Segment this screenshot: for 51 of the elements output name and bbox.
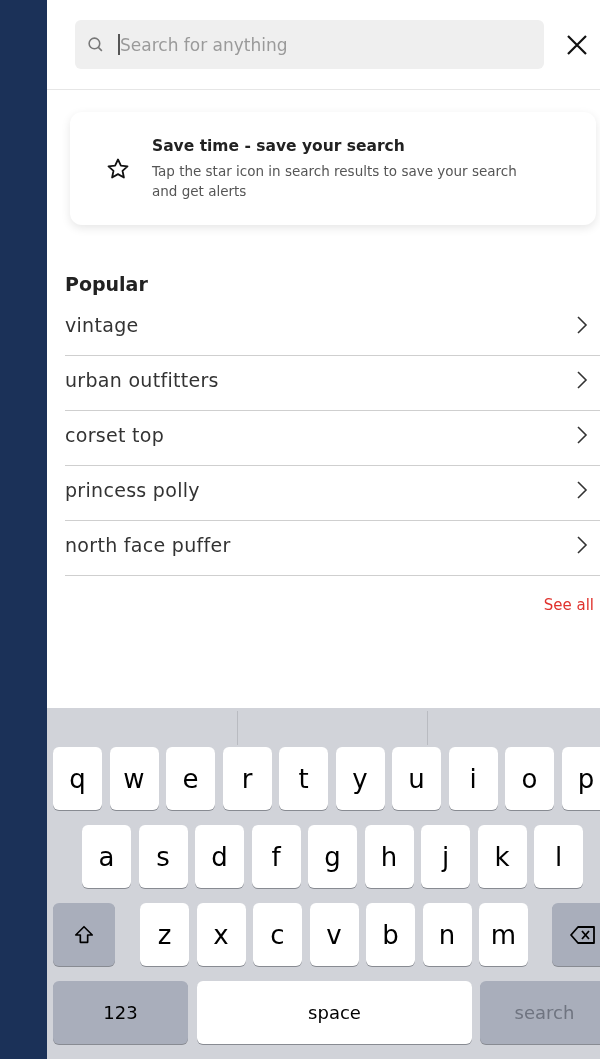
popular-search-item[interactable]: urban outfitters [65, 350, 600, 411]
letter-key[interactable]: v [309, 903, 359, 966]
numbers-key[interactable]: 123 [53, 981, 188, 1044]
popular-search-item[interactable]: north face puffer [65, 515, 600, 576]
popular-search-item[interactable]: vintage [65, 295, 600, 356]
space-key[interactable]: space [197, 981, 472, 1044]
letter-key[interactable]: o [505, 747, 554, 810]
letter-key[interactable]: i [448, 747, 498, 810]
letter-key[interactable]: f [251, 825, 301, 888]
letter-key[interactable]: p [561, 747, 600, 810]
letter-key[interactable]: j [421, 825, 470, 888]
shift-key[interactable] [53, 903, 115, 966]
letter-key[interactable]: q [53, 747, 102, 810]
chevron-right-icon [576, 425, 588, 445]
letter-key[interactable]: b [366, 903, 415, 966]
letter-key[interactable]: l [534, 825, 583, 888]
popular-search-item[interactable]: corset top [65, 405, 600, 466]
popular-search-item[interactable]: princess polly [65, 460, 600, 521]
search-icon [87, 36, 104, 53]
card-description: Tap the star icon in search results to save your search and get alerts [152, 161, 518, 201]
letter-key[interactable]: u [392, 747, 441, 810]
letter-key[interactable]: s [138, 825, 188, 888]
letter-key[interactable]: w [109, 747, 159, 810]
close-button[interactable] [566, 33, 588, 56]
letter-key[interactable]: c [253, 903, 302, 966]
chevron-right-icon [576, 315, 588, 335]
letter-key[interactable]: r [222, 747, 272, 810]
letter-key[interactable]: t [279, 747, 328, 810]
delete-key[interactable] [551, 903, 600, 966]
letter-key[interactable]: d [195, 825, 244, 888]
section-title: Popular [65, 273, 149, 295]
letter-key[interactable]: n [422, 903, 472, 966]
letter-key[interactable]: h [364, 825, 414, 888]
letter-key[interactable]: g [308, 825, 357, 888]
shift-arrow-icon [73, 923, 95, 946]
backspace-icon [568, 923, 597, 946]
chevron-right-icon [576, 480, 588, 500]
search-field[interactable]: Search for anything [75, 20, 544, 69]
see-all-link[interactable]: See all [543, 596, 594, 614]
letter-key[interactable]: x [196, 903, 246, 966]
letter-key[interactable]: e [166, 747, 215, 810]
chevron-right-icon [576, 370, 588, 390]
letter-key[interactable]: k [477, 825, 527, 888]
letter-key[interactable]: a [82, 825, 131, 888]
letter-key[interactable]: z [140, 903, 189, 966]
card-title: Save time - save your search [152, 136, 406, 155]
chevron-right-icon [576, 535, 588, 555]
star-icon [106, 156, 130, 181]
letter-key[interactable]: y [335, 747, 385, 810]
letter-key[interactable]: m [479, 903, 528, 966]
close-icon [566, 33, 588, 56]
